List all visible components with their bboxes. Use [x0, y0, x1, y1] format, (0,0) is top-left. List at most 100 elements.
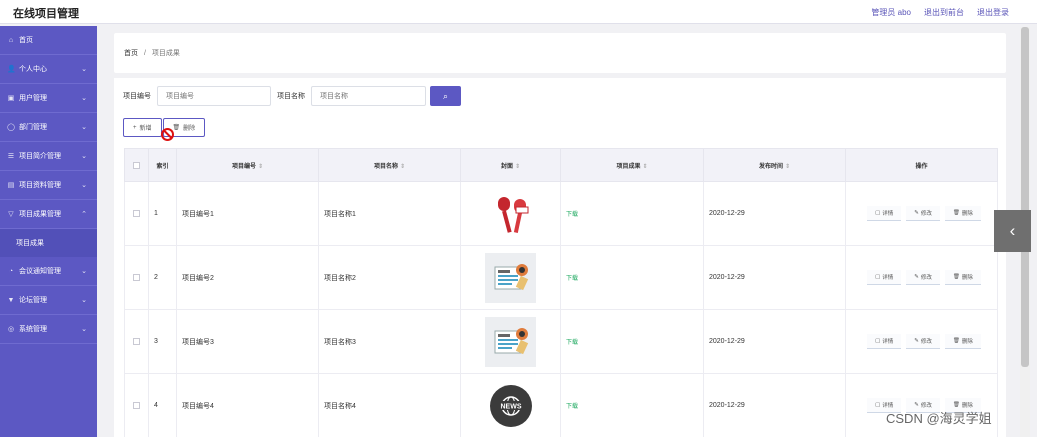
download-link[interactable]: 下载: [566, 276, 578, 282]
row-result: 下载: [560, 309, 704, 374]
row-checkbox[interactable]: [133, 402, 140, 409]
download-link[interactable]: 下载: [566, 340, 578, 346]
chevron-left-icon: ‹: [1009, 221, 1016, 240]
row-checkbox[interactable]: [133, 210, 140, 217]
sidebar-item-project-intro[interactable]: ☰ 项目简介管理 ⌄: [0, 142, 97, 171]
delete-button[interactable]: 🗑 删除: [944, 334, 981, 349]
row-checkbox[interactable]: [133, 274, 140, 281]
name-label: 项目名称: [277, 93, 305, 100]
row-select-cell[interactable]: [124, 309, 149, 374]
chevron-icon: ⌄: [81, 153, 87, 160]
not-allowed-cursor-icon: [161, 128, 174, 141]
search-row: 项目编号 项目名称 ⌕: [123, 86, 461, 106]
download-link[interactable]: 下载: [566, 212, 578, 218]
row-select-cell[interactable]: [124, 245, 149, 310]
sidebar-item-label: 会议通知管理: [19, 268, 61, 275]
row-cover: NEWS: [460, 373, 561, 437]
sidebar-item-label: 部门管理: [19, 124, 47, 131]
name-input[interactable]: [311, 86, 426, 106]
sidebar-item-meetings[interactable]: ◔ 会议通知管理 ⌄: [0, 257, 97, 286]
table-row[interactable]: 1 项目编号1 项目名称1 下载 2020-12-29 ▢ 详情 ✎ 修改 🗑 删除: [124, 181, 998, 246]
add-button[interactable]: + 新增: [123, 118, 162, 137]
main-card: 项目编号 项目名称 ⌕ + 新增 🗑 删除 索引 项目编号⇕ 项目名称⇕: [114, 78, 1006, 437]
trash-icon: 🗑: [952, 210, 960, 216]
row-actions: ▢ 详情 ✎ 修改 🗑 删除: [845, 373, 998, 437]
header-code[interactable]: 项目编号 ⇕: [176, 148, 319, 182]
row-checkbox[interactable]: [133, 338, 140, 345]
header-name[interactable]: 项目名称 ⇕: [318, 148, 461, 182]
row-actions: ▢ 详情 ✎ 修改 🗑 删除: [845, 245, 998, 310]
chevron-icon: ⌄: [81, 268, 87, 275]
forum-icon: ▼: [7, 296, 15, 304]
header-actions: 操作: [845, 148, 998, 182]
code-label: 项目编号: [123, 93, 151, 100]
trash-icon: 🗑: [172, 125, 181, 131]
row-cover: [460, 181, 561, 246]
row-name: 项目名称4: [318, 373, 461, 437]
row-cover: [460, 245, 561, 310]
table-row[interactable]: 4 项目编号4 项目名称4 NEWS 下载 2020-12-29 ▢ 详情 ✎ 修改 🗑 删除: [124, 373, 998, 437]
delete-button[interactable]: 🗑 删除: [944, 206, 981, 221]
row-index: 4: [148, 373, 177, 437]
svg-text:NEWS: NEWS: [500, 403, 521, 410]
cover-microphones-icon: [485, 189, 536, 239]
sidebar-item-departments[interactable]: ◯ 部门管理 ⌄: [0, 113, 97, 142]
chevron-icon: ⌄: [81, 66, 87, 73]
row-name: 项目名称2: [318, 245, 461, 310]
sort-icon[interactable]: ⇕: [400, 164, 405, 170]
sidebar-item-project-results[interactable]: ▽ 项目成果管理 ⌃: [0, 200, 97, 229]
row-index: 1: [148, 181, 177, 246]
table-row[interactable]: 3 项目编号3 项目名称3 下载 2020-12-29 ▢ 详情 ✎ 修改 🗑 删除: [124, 309, 998, 374]
sidebar-subitem-results[interactable]: 项目成果: [0, 229, 97, 257]
detail-button[interactable]: ▢ 详情: [867, 206, 902, 221]
select-all-checkbox[interactable]: [133, 161, 140, 169]
header-date[interactable]: 发布时间 ⇕: [703, 148, 846, 182]
collapse-panel-tab[interactable]: ‹: [994, 210, 1031, 252]
sidebar-item-label: 系统管理: [19, 326, 47, 333]
results-table: 索引 项目编号 ⇕ 项目名称 ⇕ 封面 ⇕ 项目成果 ⇕ 发布时间 ⇕ 操作 1 项目编号1…: [124, 148, 998, 437]
sort-icon[interactable]: ⇕: [642, 164, 647, 170]
detail-button[interactable]: ▢ 详情: [867, 334, 902, 349]
sort-icon[interactable]: ⇕: [785, 164, 790, 170]
detail-icon: ▢: [875, 338, 881, 344]
sidebar-item-forum[interactable]: ▼ 论坛管理 ⌄: [0, 286, 97, 315]
sidebar-item-project-docs[interactable]: ▤ 项目资料管理 ⌄: [0, 171, 97, 200]
logout-link[interactable]: 退出登录: [977, 7, 1009, 18]
exit-front-link[interactable]: 退出到前台: [924, 7, 964, 18]
header-cover[interactable]: 封面 ⇕: [460, 148, 561, 182]
breadcrumb-home[interactable]: 首页: [124, 50, 138, 57]
chevron-icon: ⌃: [81, 211, 87, 218]
header-result[interactable]: 项目成果 ⇕: [560, 148, 704, 182]
scrollbar-thumb[interactable]: [1021, 27, 1029, 367]
admin-user: 管理员 abo: [871, 8, 911, 17]
sidebar-item-users[interactable]: ▣ 用户管理 ⌄: [0, 84, 97, 113]
code-input[interactable]: [157, 86, 271, 106]
sort-icon[interactable]: ⇕: [515, 164, 520, 170]
sidebar-item-home[interactable]: ⌂ 首页: [0, 26, 97, 55]
sidebar-item-profile[interactable]: 👤 个人中心 ⌄: [0, 55, 97, 84]
edit-button[interactable]: ✎ 修改: [906, 270, 940, 285]
edit-button[interactable]: ✎ 修改: [906, 206, 940, 221]
search-button[interactable]: ⌕: [430, 86, 461, 106]
row-select-cell[interactable]: [124, 181, 149, 246]
edit-button[interactable]: ✎ 修改: [906, 334, 940, 349]
header-links: 管理员 abo 退出到前台 退出登录: [871, 7, 1009, 18]
trash-icon: 🗑: [952, 274, 960, 280]
cover-news-globe-icon: NEWS: [485, 381, 536, 431]
sidebar-item-system[interactable]: ◎ 系统管理 ⌄: [0, 315, 97, 344]
users-icon: ▣: [7, 95, 15, 102]
detail-button[interactable]: ▢ 详情: [867, 270, 902, 285]
sort-icon[interactable]: ⇕: [258, 164, 263, 170]
header-select-all[interactable]: [124, 148, 149, 182]
row-date: 2020-12-29: [703, 245, 846, 310]
sidebar-item-label: 用户管理: [19, 95, 47, 102]
meetings-icon: ◔: [8, 267, 14, 275]
header-index: 索引: [148, 148, 177, 182]
table-row[interactable]: 2 项目编号2 项目名称2 下载 2020-12-29 ▢ 详情 ✎ 修改 🗑 删除: [124, 245, 998, 310]
row-index: 3: [148, 309, 177, 374]
trash-icon: 🗑: [952, 338, 960, 344]
download-link[interactable]: 下载: [566, 404, 578, 410]
project-intro-icon: ☰: [7, 153, 15, 160]
row-select-cell[interactable]: [124, 373, 149, 437]
delete-button[interactable]: 🗑 删除: [944, 270, 981, 285]
